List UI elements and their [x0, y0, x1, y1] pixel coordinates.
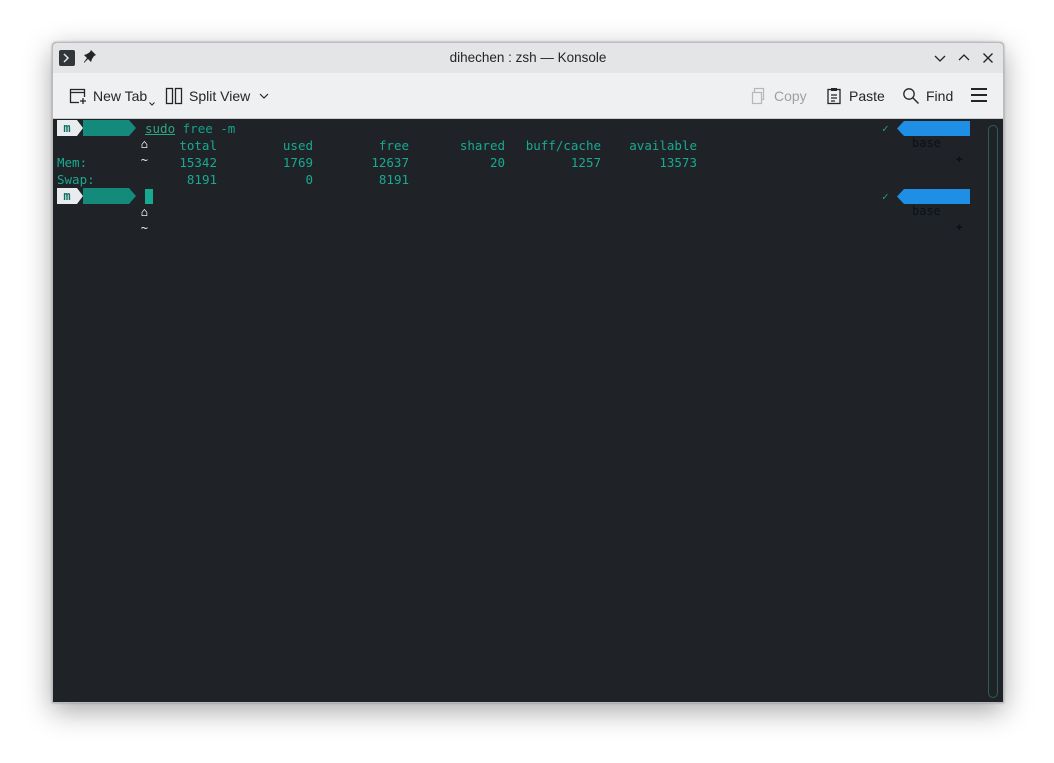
- prompt-dir: ~: [140, 221, 149, 235]
- pin-icon[interactable]: [83, 49, 97, 65]
- free-cell-value: 13573: [659, 155, 697, 170]
- python-icon: ✚: [956, 220, 963, 233]
- free-column-header: buff/cache: [525, 138, 601, 153]
- free-cell-value: 8191: [378, 172, 409, 187]
- home-icon: ⌂: [140, 205, 149, 219]
- free-column-header: shared: [459, 138, 505, 153]
- paste-icon: [827, 87, 841, 104]
- search-icon: [903, 87, 919, 104]
- free-row-label: Swap:: [57, 172, 95, 187]
- title-bar: dihechen : zsh — Konsole: [53, 43, 1003, 73]
- new-tab-label: New Tab: [93, 87, 148, 104]
- copy-icon: [751, 87, 765, 104]
- konsole-window: dihechen : zsh — Konsole New Tab Split V…: [52, 42, 1004, 703]
- toolbar: New Tab Split View Copy Paste Find: [53, 73, 1003, 119]
- free-cell-value: 12637: [371, 155, 409, 170]
- free-cell-value: 20: [489, 155, 505, 170]
- paste-button[interactable]: Paste: [825, 73, 885, 118]
- status-check-icon: ✓: [882, 122, 889, 135]
- close-icon[interactable]: [981, 51, 995, 65]
- prompt-line: m ⌂ ~ ✓ base ✚: [57, 188, 977, 235]
- powerline-separator-icon: [897, 189, 904, 204]
- copy-button[interactable]: Copy: [750, 73, 807, 118]
- free-cell-value: 1257: [570, 155, 601, 170]
- free-row-label: Mem:: [57, 155, 88, 170]
- prompt-line: m ⌂ ~ sudo free -m ✓ base ✚: [57, 120, 977, 167]
- free-column-header: total: [179, 138, 217, 153]
- free-column-header: used: [282, 138, 313, 153]
- find-button[interactable]: Find: [902, 73, 953, 118]
- paste-label: Paste: [849, 87, 885, 104]
- status-check-icon: ✓: [882, 190, 889, 203]
- conda-env-badge: base ✚: [904, 121, 970, 165]
- free-cell-value: 1769: [282, 155, 313, 170]
- conda-env-name: base: [912, 204, 941, 218]
- text-cursor: [145, 189, 153, 204]
- command-program: sudo: [145, 121, 176, 136]
- maximize-icon[interactable]: [957, 51, 971, 65]
- terminal-view[interactable]: m ⌂ ~ sudo free -m ✓ base ✚ total used fre…: [53, 119, 1003, 702]
- find-label: Find: [926, 87, 954, 104]
- new-tab-menu-arrow-icon[interactable]: [148, 100, 156, 108]
- konsole-app-icon[interactable]: [59, 50, 75, 66]
- split-view-label: Split View: [189, 87, 251, 104]
- free-cell-value: 8191: [186, 172, 217, 187]
- distro-logo-icon: m: [57, 120, 77, 136]
- distro-logo-icon: m: [57, 188, 77, 204]
- command-args: free -m: [182, 121, 236, 136]
- new-tab-icon: [69, 88, 87, 105]
- free-cell-value: 15342: [179, 155, 217, 170]
- new-tab-button[interactable]: New Tab: [69, 73, 156, 118]
- chevron-down-icon[interactable]: [258, 90, 270, 102]
- minimize-icon[interactable]: [933, 51, 947, 65]
- command: sudo free -m: [145, 120, 235, 137]
- powerline-separator-icon: [129, 120, 136, 136]
- free-mem-row: Mem: 15342 1769 12637 20 1257 13573: [57, 154, 957, 171]
- free-column-header: free: [378, 138, 409, 153]
- powerline-separator-icon: [897, 121, 904, 136]
- prompt-dir-segment: ⌂ ~: [83, 120, 148, 167]
- free-column-header: available: [629, 138, 697, 153]
- free-swap-row: Swap: 8191 0 8191: [57, 171, 957, 188]
- prompt-dir-segment: ⌂ ~: [83, 188, 148, 235]
- window-title: dihechen : zsh — Konsole: [449, 50, 607, 65]
- scrollbar[interactable]: [988, 125, 998, 698]
- copy-label: Copy: [774, 87, 807, 104]
- conda-env-badge: base ✚: [904, 189, 970, 233]
- split-view-icon: [165, 87, 183, 104]
- powerline-separator-icon: [129, 188, 136, 204]
- hamburger-menu-icon[interactable]: [970, 87, 988, 103]
- split-view-button[interactable]: Split View: [165, 73, 270, 118]
- free-header-row: total used free shared buff/cache available: [57, 137, 957, 154]
- free-cell-value: 0: [305, 172, 313, 187]
